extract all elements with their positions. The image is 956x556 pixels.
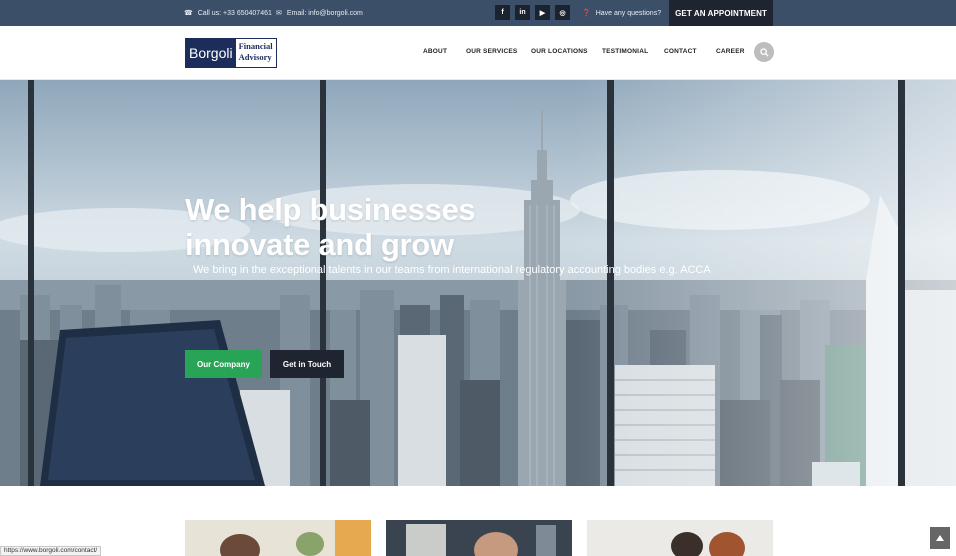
nav-our-locations[interactable]: OUR LOCATIONS — [531, 48, 588, 55]
top-bar: ☎ Call us: +33 650407461 ✉ Email: info@b… — [0, 0, 956, 26]
phone-contact[interactable]: ☎ Call us: +33 650407461 — [184, 0, 272, 26]
email-icon: ✉ — [276, 10, 282, 17]
hero-title-line2: innovate and grow — [185, 227, 454, 262]
linkedin-icon[interactable]: in — [515, 5, 530, 20]
service-card-3-image[interactable] — [587, 520, 773, 556]
youtube-icon[interactable]: ▶ — [535, 5, 550, 20]
logo-tagline-line2: Advisory — [238, 52, 272, 62]
nav-our-services[interactable]: OUR SERVICES — [466, 48, 517, 55]
search-button[interactable] — [754, 42, 774, 62]
facebook-icon[interactable]: f — [495, 5, 510, 20]
get-appointment-button[interactable]: GET AN APPOINTMENT — [669, 0, 773, 26]
search-icon — [759, 47, 769, 57]
nav-contact[interactable]: CONTACT — [664, 48, 697, 55]
nav-testimonial[interactable]: TESTIMONIAL — [602, 48, 648, 55]
question-icon: ❓ — [582, 10, 591, 17]
logo-tagline: Financial Advisory — [236, 39, 276, 67]
card-photo-1 — [185, 520, 371, 556]
card-photo-2 — [386, 520, 572, 556]
logo[interactable]: Borgoli Financial Advisory — [185, 38, 277, 68]
questions-link[interactable]: ❓ Have any questions? — [582, 0, 661, 26]
logo-brand: Borgoli — [186, 39, 236, 67]
questions-text: Have any questions? — [595, 9, 662, 17]
hero-title-line1: We help businesses — [185, 192, 476, 227]
hero-subtitle: We bring in the exceptional talents in o… — [193, 264, 711, 276]
card-photo-3 — [587, 520, 773, 556]
back-to-top-button[interactable] — [930, 527, 950, 549]
email-contact[interactable]: ✉ Email: info@borgoli.com — [276, 0, 363, 26]
service-card-2-image[interactable] — [386, 520, 572, 556]
chevron-up-icon — [936, 535, 944, 541]
email-text: Email: info@borgoli.com — [286, 9, 363, 17]
nav-career[interactable]: CAREER — [716, 48, 745, 55]
phone-text: Call us: +33 650407461 — [197, 9, 272, 17]
site-header: Borgoli Financial Advisory ABOUT OUR SER… — [0, 26, 956, 80]
hero-banner: We help businesses innovate and grow We … — [0, 80, 956, 486]
our-company-button[interactable]: Our Company — [185, 350, 262, 378]
logo-tagline-line1: Financial — [238, 41, 273, 51]
service-card-1-image[interactable] — [185, 520, 371, 556]
phone-icon: ☎ — [184, 10, 193, 17]
get-in-touch-button[interactable]: Get in Touch — [270, 350, 344, 378]
instagram-icon[interactable]: ◎ — [555, 5, 570, 20]
browser-status-url: https://www.borgoli.com/contact/ — [0, 546, 102, 556]
nav-about[interactable]: ABOUT — [423, 48, 447, 55]
hero-title: We help businesses innovate and grow — [185, 192, 476, 262]
hero-cityscape-image — [0, 80, 956, 486]
